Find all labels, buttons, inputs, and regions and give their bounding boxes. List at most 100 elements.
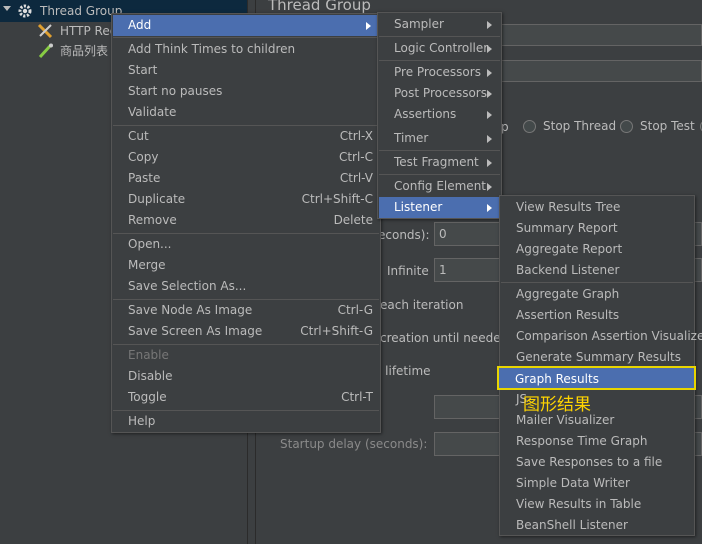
menu-item-copy[interactable]: Copy Ctrl-C — [113, 147, 379, 168]
stop-partial-label: p — [501, 120, 509, 134]
submenu-arrow-icon — [487, 90, 492, 98]
menu-item-shortcut: Delete — [333, 213, 373, 227]
tree-item-label: Thread Group — [40, 4, 123, 18]
stop-thread-radio[interactable] — [523, 120, 536, 133]
menu-item-label: BeanShell Listener — [516, 518, 628, 532]
menu-item-pre-processors[interactable]: Pre Processors — [379, 62, 500, 83]
menu-item-comparison-assertion-visualizer[interactable]: Comparison Assertion Visualizer — [501, 326, 702, 347]
menu-item-add[interactable]: Add — [113, 15, 379, 36]
menu-item-duplicate[interactable]: Duplicate Ctrl+Shift-C — [113, 189, 379, 210]
annotation-label: 图形结果 — [523, 395, 591, 415]
menu-item-aggregate-graph[interactable]: Aggregate Graph — [501, 284, 693, 305]
menu-item-save-responses-to-file[interactable]: Save Responses to a file — [501, 452, 693, 473]
menu-item-simple-data-writer[interactable]: Simple Data Writer — [501, 473, 693, 494]
menu-item-cut[interactable]: Cut Ctrl-X — [113, 126, 379, 147]
menu-item-label: Comparison Assertion Visualizer — [516, 329, 702, 343]
menu-item-label: Timer — [394, 131, 429, 145]
menu-item-save-screen-as-image[interactable]: Save Screen As Image Ctrl+Shift-G — [113, 321, 379, 342]
menu-item-label: Open... — [128, 237, 172, 251]
menu-item-label: Simple Data Writer — [516, 476, 630, 490]
menu-separator — [113, 37, 379, 38]
menu-item-add-think-times[interactable]: Add Think Times to children — [113, 39, 379, 60]
menu-item-remove[interactable]: Remove Delete — [113, 210, 379, 231]
menu-item-listener[interactable]: Listener — [379, 197, 500, 218]
menu-item-timer[interactable]: Timer — [379, 128, 500, 149]
menu-item-label: Response Time Graph — [516, 434, 648, 448]
menu-item-label: Enable — [128, 348, 169, 362]
menu-separator — [501, 282, 693, 283]
menu-item-test-fragment[interactable]: Test Fragment — [379, 152, 500, 173]
menu-item-label: Duplicate — [128, 192, 186, 206]
menu-item-label: Aggregate Graph — [516, 287, 620, 301]
menu-item-label: Paste — [128, 171, 161, 185]
menu-item-label: Listener — [394, 200, 443, 214]
menu-item-enable: Enable — [113, 345, 379, 366]
tree-item-thread-group[interactable]: Thread Group — [40, 1, 122, 21]
menu-item-post-processors[interactable]: Post Processors — [379, 83, 500, 104]
menu-item-help[interactable]: Help — [113, 411, 379, 432]
menu-item-beanshell-listener[interactable]: BeanShell Listener — [501, 515, 693, 536]
menu-item-assertion-results[interactable]: Assertion Results — [501, 305, 693, 326]
menu-item-response-time-graph[interactable]: Response Time Graph — [501, 431, 693, 452]
menu-item-label: Help — [128, 414, 156, 428]
menu-item-start-no-pauses[interactable]: Start no pauses — [113, 81, 379, 102]
menu-item-backend-listener[interactable]: Backend Listener — [501, 260, 693, 281]
startup-delay-label: Startup delay (seconds): — [280, 437, 428, 451]
menu-separator — [379, 150, 500, 151]
menu-item-toggle[interactable]: Toggle Ctrl-T — [113, 387, 379, 408]
menu-item-paste[interactable]: Paste Ctrl-V — [113, 168, 379, 189]
menu-separator — [379, 174, 500, 175]
menu-item-shortcut: Ctrl-G — [337, 303, 373, 317]
submenu-arrow-icon — [487, 183, 492, 191]
tree-item-label: HTTP Req — [60, 24, 118, 38]
menu-item-disable[interactable]: Disable — [113, 366, 379, 387]
menu-item-label: Pre Processors — [394, 65, 481, 79]
tree-item-product-list[interactable]: 商品列表 — [60, 41, 108, 61]
menu-item-shortcut: Ctrl-T — [341, 390, 373, 404]
menu-item-merge[interactable]: Merge — [113, 255, 379, 276]
menu-item-start[interactable]: Start — [113, 60, 379, 81]
menu-separator — [379, 60, 500, 61]
menu-item-shortcut: Ctrl-C — [338, 150, 373, 164]
menu-item-label: Generate Summary Results — [516, 350, 681, 364]
menu-item-graph-results[interactable]: Graph Results — [497, 366, 696, 390]
stop-test-radio[interactable] — [620, 120, 633, 133]
menu-item-label: Test Fragment — [394, 155, 479, 169]
context-menu: Add Add Think Times to children Start St… — [111, 13, 381, 433]
sampler-tools-icon — [37, 23, 55, 42]
add-submenu: Sampler Logic Controller Pre Processors … — [377, 12, 502, 219]
menu-item-label: Post Processors — [394, 86, 487, 100]
menu-item-label: Toggle — [128, 390, 167, 404]
stop-test-label: Stop Test — [640, 119, 695, 133]
menu-item-label: Save Selection As... — [128, 279, 247, 293]
menu-item-view-results-in-table[interactable]: View Results in Table — [501, 494, 693, 515]
menu-item-view-results-tree[interactable]: View Results Tree — [501, 197, 693, 218]
menu-item-label: Remove — [128, 213, 177, 227]
menu-item-label: View Results in Table — [516, 497, 642, 511]
expand-chevron-icon[interactable] — [3, 6, 11, 11]
menu-item-config-element[interactable]: Config Element — [379, 176, 500, 197]
menu-item-generate-summary-results[interactable]: Generate Summary Results — [501, 347, 693, 368]
menu-item-label: Config Element — [394, 179, 486, 193]
same-user-each-iteration-label: each iteration — [380, 298, 464, 312]
tree-item-http-request[interactable]: HTTP Req — [60, 21, 117, 41]
menu-item-shortcut: Ctrl-V — [339, 171, 373, 185]
menu-item-label: Disable — [128, 369, 173, 383]
menu-item-summary-report[interactable]: Summary Report — [501, 218, 693, 239]
ramp-up-label: econds): — [378, 228, 430, 242]
menu-item-label: View Results Tree — [516, 200, 621, 214]
menu-item-open[interactable]: Open... — [113, 234, 379, 255]
menu-item-label: Assertion Results — [516, 308, 620, 322]
menu-item-validate[interactable]: Validate — [113, 102, 379, 123]
menu-item-label: Logic Controller — [394, 41, 489, 55]
menu-item-logic-controller[interactable]: Logic Controller — [379, 38, 500, 59]
menu-item-save-node-as-image[interactable]: Save Node As Image Ctrl-G — [113, 300, 379, 321]
menu-item-save-selection-as[interactable]: Save Selection As... — [113, 276, 379, 297]
menu-item-label: Merge — [128, 258, 166, 272]
menu-item-sampler[interactable]: Sampler — [379, 14, 500, 35]
menu-item-assertions[interactable]: Assertions — [379, 104, 500, 125]
submenu-arrow-icon — [487, 159, 492, 167]
menu-item-label: Start no pauses — [128, 84, 223, 98]
menu-item-aggregate-report[interactable]: Aggregate Report — [501, 239, 693, 260]
submenu-arrow-icon — [487, 45, 492, 53]
